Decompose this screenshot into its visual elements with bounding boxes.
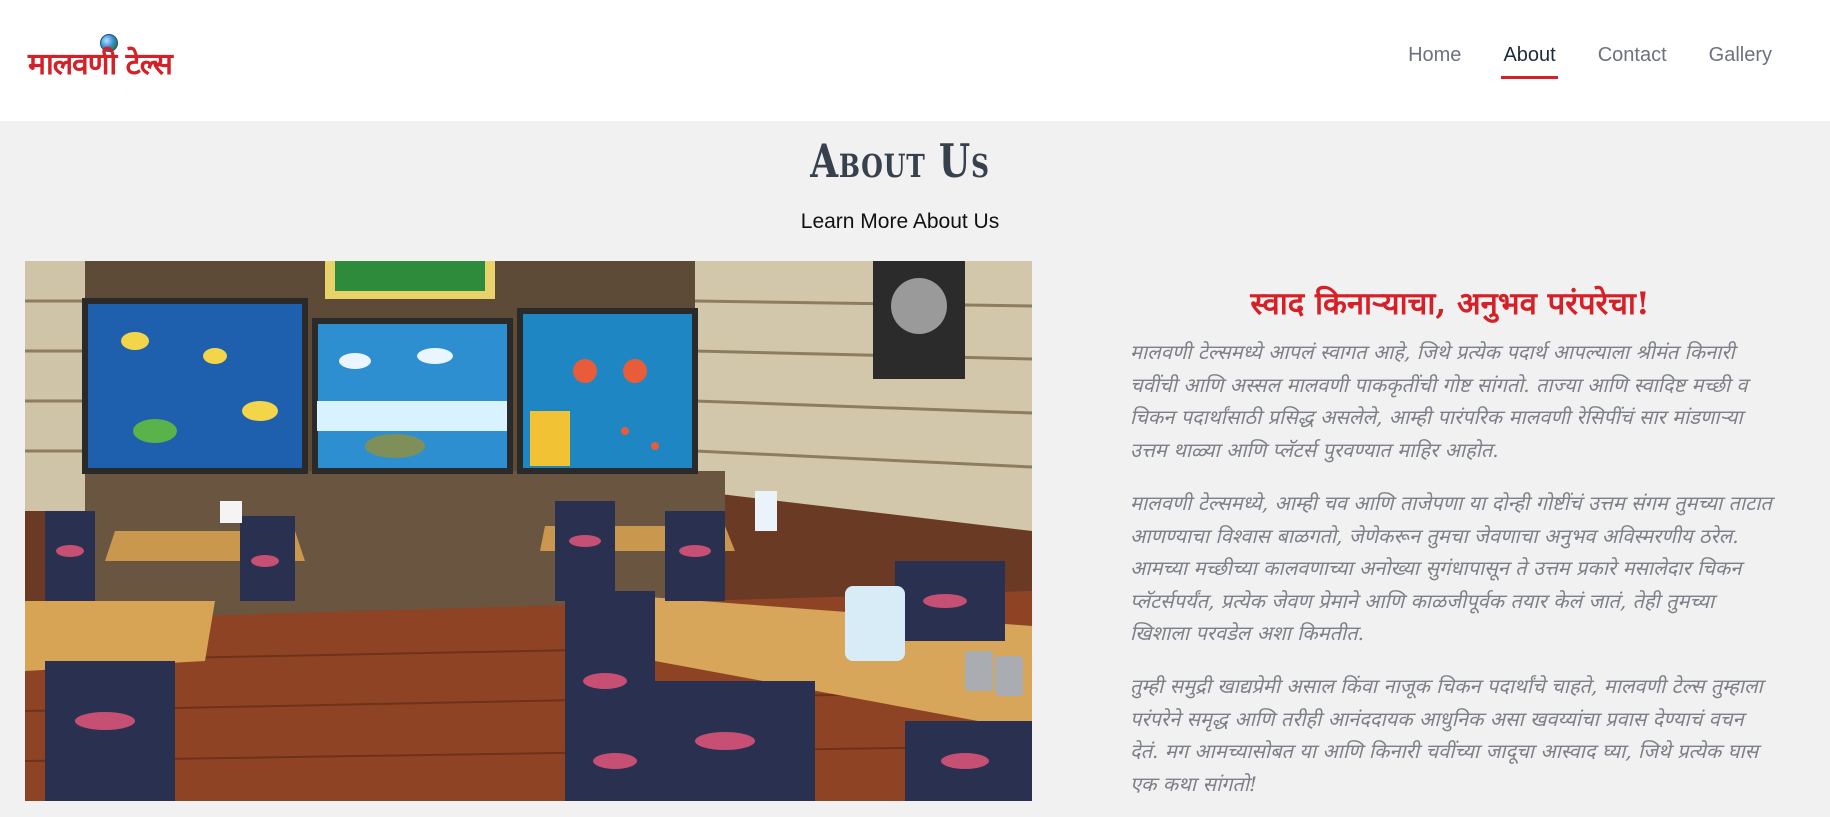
about-heading: स्वाद किनाऱ्याचा, अनुभव परंपरेचा!: [1250, 286, 1650, 322]
about-paragraph-3: तुम्ही समुद्री खाद्यप्रेमी असाल किंवा ना…: [1130, 674, 1763, 796]
restaurant-interior-photo: [25, 261, 1032, 801]
nav-home[interactable]: Home: [1408, 44, 1461, 77]
site-header: मालवणी टेल्स Home About Contact Gallery: [0, 0, 1830, 121]
about-paragraph-1: मालवणी टेल्समध्ये आपलं स्वागत आहे, जिथे …: [1130, 340, 1748, 462]
site-logo[interactable]: मालवणी टेल्स: [28, 34, 188, 84]
nav-about[interactable]: About: [1501, 44, 1558, 79]
nav-contact[interactable]: Contact: [1598, 44, 1667, 77]
main-nav: Home About Contact Gallery: [1366, 44, 1772, 79]
about-paragraph-2: मालवणी टेल्समध्ये, आम्ही चव आणि ताजेपणा …: [1130, 491, 1772, 645]
logo-text: मालवणी टेल्स: [28, 47, 173, 82]
section-subtitle: Learn More About Us: [800, 210, 1000, 233]
nav-gallery[interactable]: Gallery: [1709, 44, 1772, 77]
section-title: About Us: [810, 134, 990, 188]
